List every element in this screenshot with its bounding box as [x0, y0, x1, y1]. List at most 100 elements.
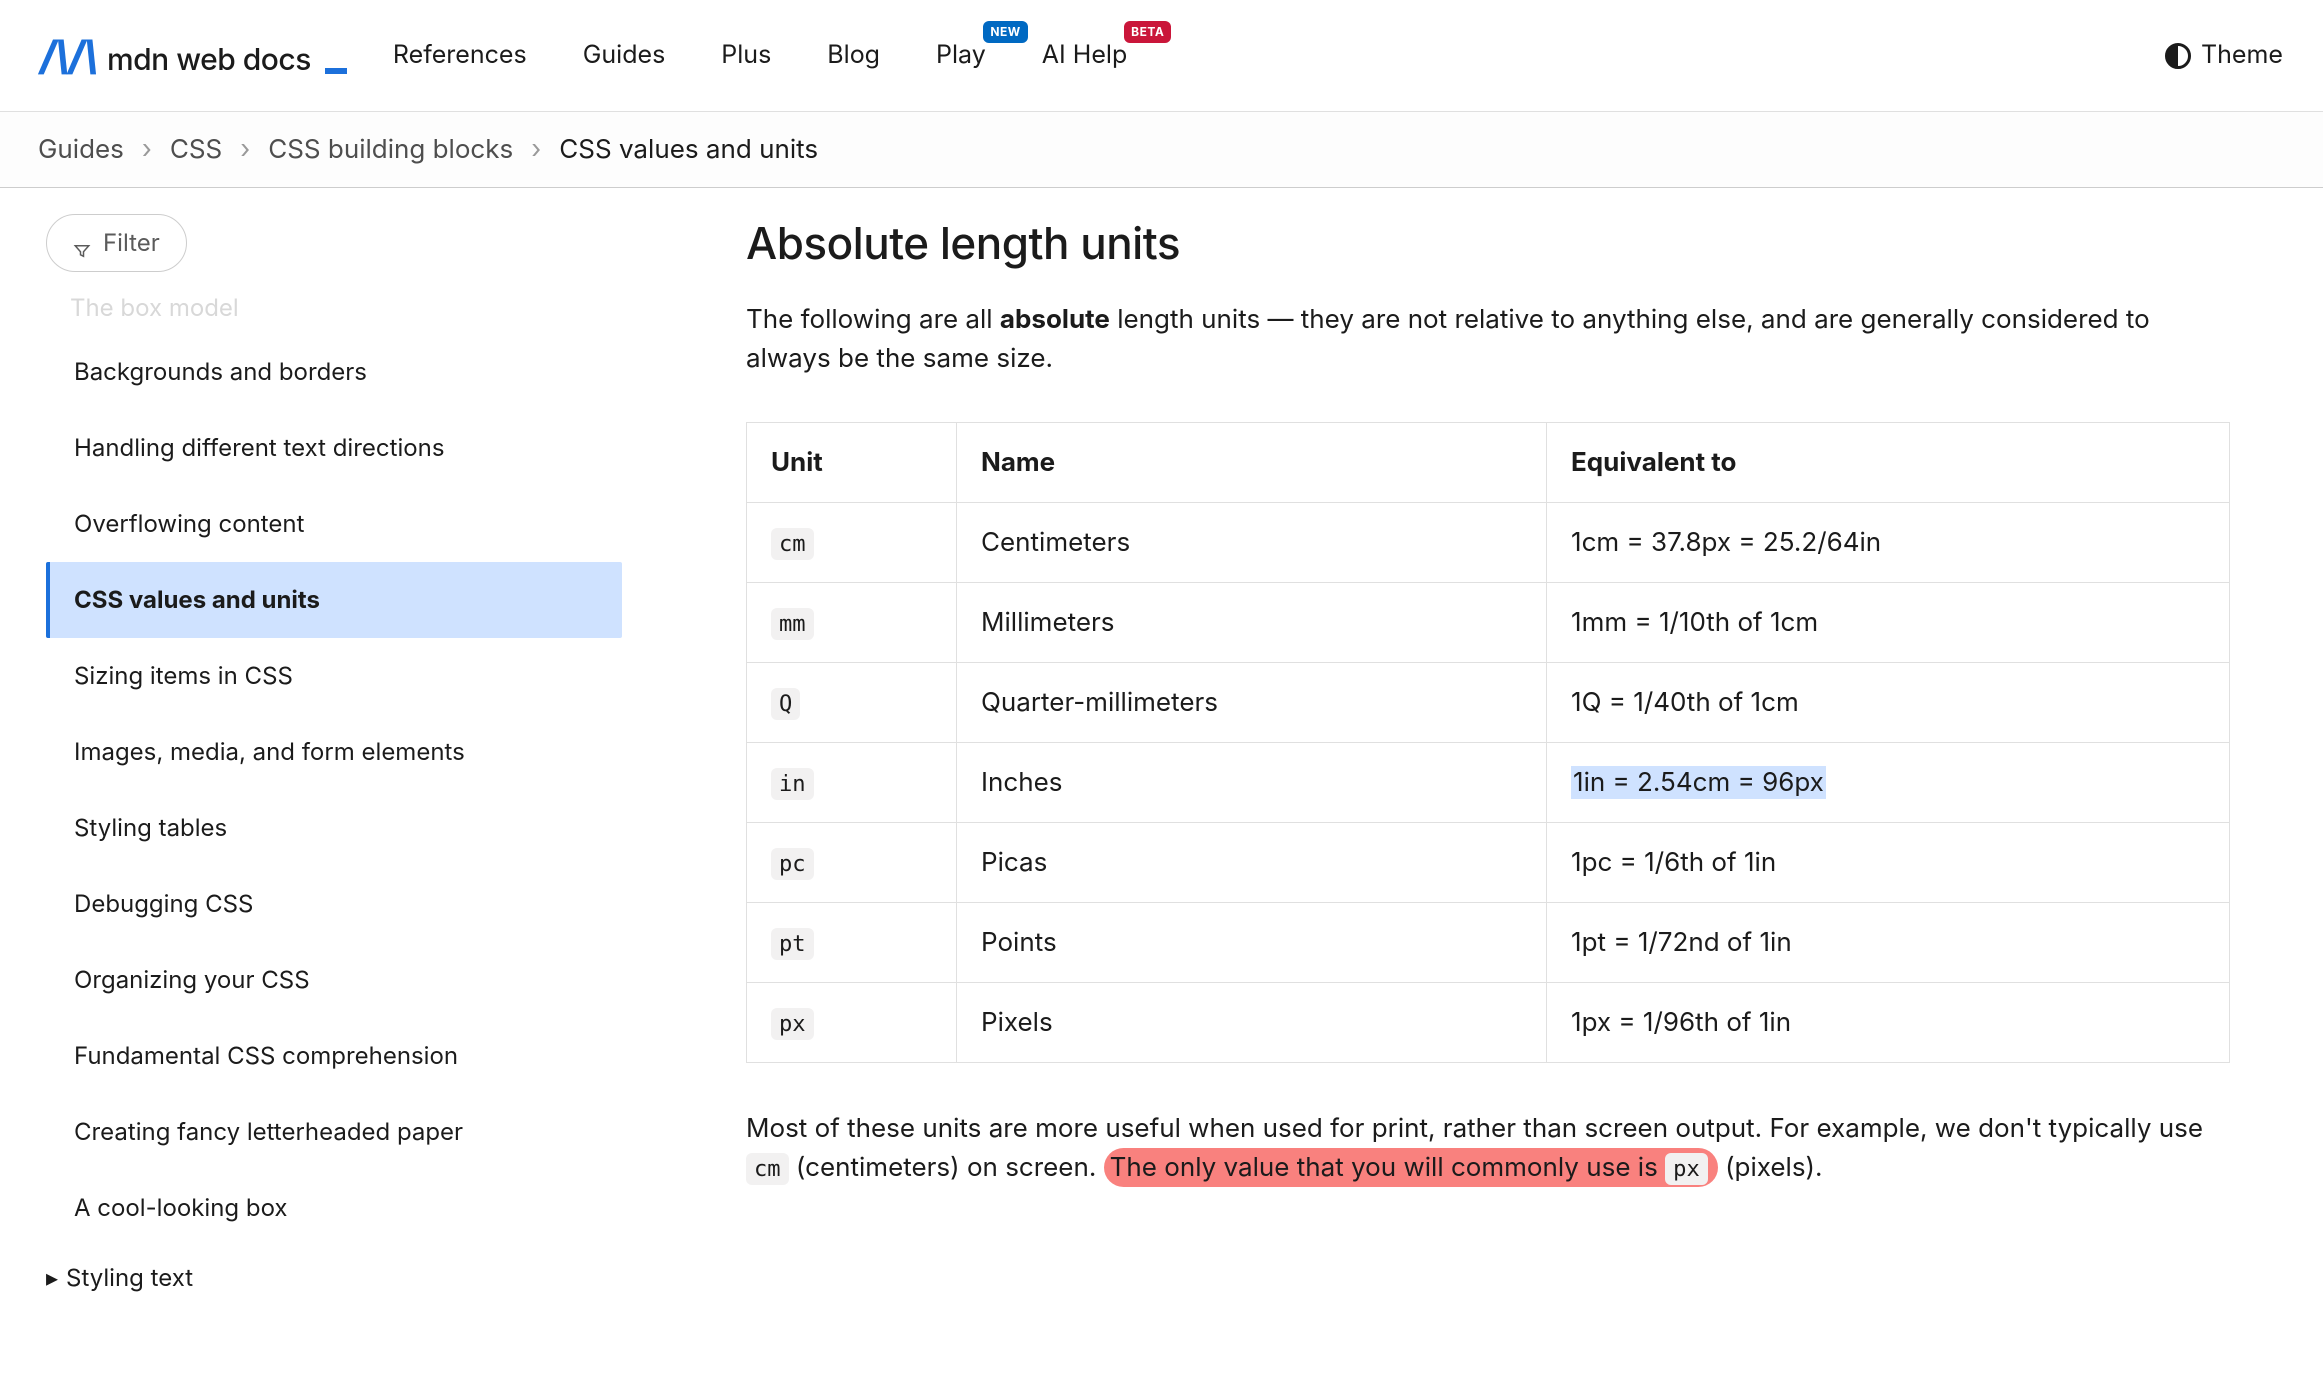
table-row: mm Millimeters1mm = 1/10th of 1cm	[747, 583, 2230, 663]
sidebar-section-label: Styling text	[66, 1260, 193, 1296]
sidebar-item-cool-box[interactable]: A cool-looking box	[46, 1170, 622, 1246]
cell-name: Pixels	[957, 983, 1547, 1063]
cell-unit: Q	[747, 663, 957, 743]
logo-mark-icon: /\/\	[40, 26, 97, 86]
cell-name: Millimeters	[957, 583, 1547, 663]
nav-label: Plus	[721, 40, 771, 70]
breadcrumb: Guides › CSS › CSS building blocks › CSS…	[0, 112, 2323, 188]
theme-icon	[2165, 43, 2191, 69]
cell-name: Centimeters	[957, 503, 1547, 583]
lead-paragraph: The following are all absolute length un…	[746, 300, 2230, 378]
nav-play[interactable]: Play NEW	[936, 37, 986, 75]
th-equiv: Equivalent to	[1547, 423, 2230, 503]
top-bar: /\/\ mdn web docs References Guides Plus…	[0, 0, 2323, 112]
table-row: pcPicas1pc = 1/6th of 1in	[747, 823, 2230, 903]
lead-strong: absolute	[1000, 304, 1110, 335]
unit-code: pt	[771, 928, 814, 960]
sidebar-item-tables[interactable]: Styling tables	[46, 790, 622, 866]
cell-unit: pt	[747, 903, 957, 983]
theme-label: Theme	[2201, 37, 2283, 75]
top-nav: References Guides Plus Blog Play NEW AI …	[393, 37, 1127, 75]
funnel-icon	[73, 234, 91, 252]
crumb-css[interactable]: CSS	[170, 130, 222, 169]
sidebar-item-text-dir[interactable]: Handling different text directions	[46, 410, 622, 486]
th-name: Name	[957, 423, 1547, 503]
table-row: cm Centimeters1cm = 37.8px = 25.2/64in	[747, 503, 2230, 583]
sidebar-item-fundamental[interactable]: Fundamental CSS comprehension	[46, 1018, 622, 1094]
sidebar-item-debugging[interactable]: Debugging CSS	[46, 866, 622, 942]
section-heading: Absolute length units	[746, 210, 2230, 276]
article: Absolute length units The following are …	[650, 188, 2290, 1267]
badge-beta: BETA	[1124, 21, 1171, 43]
chevron-right-icon: ›	[531, 130, 541, 169]
crumb-building[interactable]: CSS building blocks	[268, 130, 513, 169]
nav-label: Blog	[827, 40, 880, 70]
selection-highlight: 1in = 2.54cm = 96px	[1571, 766, 1826, 799]
cell-unit: pc	[747, 823, 957, 903]
nav-plus[interactable]: Plus	[721, 37, 771, 75]
lead-pre: The following are all	[746, 304, 1000, 335]
cell-equiv: 1in = 2.54cm = 96px	[1547, 743, 2230, 823]
nav-references[interactable]: References	[393, 37, 527, 75]
follow-p2: (centimeters) on screen.	[789, 1152, 1104, 1183]
sidebar-item-sizing[interactable]: Sizing items in CSS	[46, 638, 622, 714]
sidebar-item-values-units[interactable]: CSS values and units	[46, 562, 622, 638]
nav-label: AI Help	[1042, 40, 1128, 70]
sidebar-item-overflow[interactable]: Overflowing content	[46, 486, 622, 562]
table-row: Q Quarter-millimeters1Q = 1/40th of 1cm	[747, 663, 2230, 743]
follow-p3: (pixels).	[1718, 1152, 1823, 1183]
nav-guides[interactable]: Guides	[583, 37, 666, 75]
unit-code: Q	[771, 688, 800, 720]
red-highlight: The only value that you will commonly us…	[1104, 1148, 1718, 1187]
cell-equiv: 1cm = 37.8px = 25.2/64in	[1547, 503, 2230, 583]
chevron-right-icon: ›	[240, 130, 250, 169]
crumb-guides[interactable]: Guides	[38, 130, 124, 169]
follow-p1: Most of these units are more useful when…	[746, 1113, 2203, 1144]
cell-equiv: 1px = 1/96th of 1in	[1547, 983, 2230, 1063]
logo-text: mdn web docs	[107, 38, 311, 83]
nav-label: Play	[936, 40, 986, 70]
cell-unit: cm	[747, 503, 957, 583]
table-row: inInches 1in = 2.54cm = 96px	[747, 743, 2230, 823]
th-unit: Unit	[747, 423, 957, 503]
nav-ai-help[interactable]: AI Help BETA	[1042, 37, 1128, 75]
unit-code: pc	[771, 848, 814, 880]
sidebar-item-images-media[interactable]: Images, media, and form elements	[46, 714, 622, 790]
crumb-current: CSS values and units	[559, 130, 818, 169]
table-row: px Pixels1px = 1/96th of 1in	[747, 983, 2230, 1063]
cell-equiv: 1mm = 1/10th of 1cm	[1547, 583, 2230, 663]
sidebar-item-backgrounds[interactable]: Backgrounds and borders	[46, 334, 622, 410]
table-header-row: Unit Name Equivalent to	[747, 423, 2230, 503]
cell-name: Inches	[957, 743, 1547, 823]
unit-code: cm	[771, 528, 814, 560]
sidebar-item-organizing[interactable]: Organizing your CSS	[46, 942, 622, 1018]
sidebar-item-letterhead[interactable]: Creating fancy letterheaded paper	[46, 1094, 622, 1170]
sidebar-filter[interactable]: Filter	[46, 214, 187, 272]
badge-new: NEW	[983, 21, 1027, 43]
follow-red: The only value that you will commonly us…	[1110, 1152, 1666, 1183]
cell-equiv: 1pc = 1/6th of 1in	[1547, 823, 2230, 903]
unit-code: px	[771, 1008, 814, 1040]
cell-unit: in	[747, 743, 957, 823]
sidebar-section-styling-text[interactable]: ▸ Styling text	[46, 1260, 622, 1296]
unit-code: mm	[771, 608, 814, 640]
cell-unit: mm	[747, 583, 957, 663]
logo[interactable]: /\/\ mdn web docs	[40, 26, 347, 86]
nav-label: References	[393, 40, 527, 70]
cell-equiv: 1pt = 1/72nd of 1in	[1547, 903, 2230, 983]
cell-equiv: 1Q = 1/40th of 1cm	[1547, 663, 2230, 743]
nav-label: Guides	[583, 40, 666, 70]
nav-blog[interactable]: Blog	[827, 37, 880, 75]
chevron-right-icon: ›	[142, 130, 152, 169]
cell-name: Quarter-millimeters	[957, 663, 1547, 743]
table-row: pt Points1pt = 1/72nd of 1in	[747, 903, 2230, 983]
follow-paragraph: Most of these units are more useful when…	[746, 1109, 2230, 1187]
code-cm: cm	[746, 1153, 789, 1185]
sidebar: Filter The box model Backgrounds and bor…	[0, 188, 650, 1336]
sidebar-list: Backgrounds and borders Handling differe…	[46, 334, 622, 1246]
theme-toggle[interactable]: Theme	[2165, 37, 2283, 75]
triangle-right-icon: ▸	[46, 1260, 58, 1296]
cell-name: Points	[957, 903, 1547, 983]
sidebar-item-truncated: The box model	[46, 290, 622, 334]
filter-label: Filter	[103, 225, 160, 261]
